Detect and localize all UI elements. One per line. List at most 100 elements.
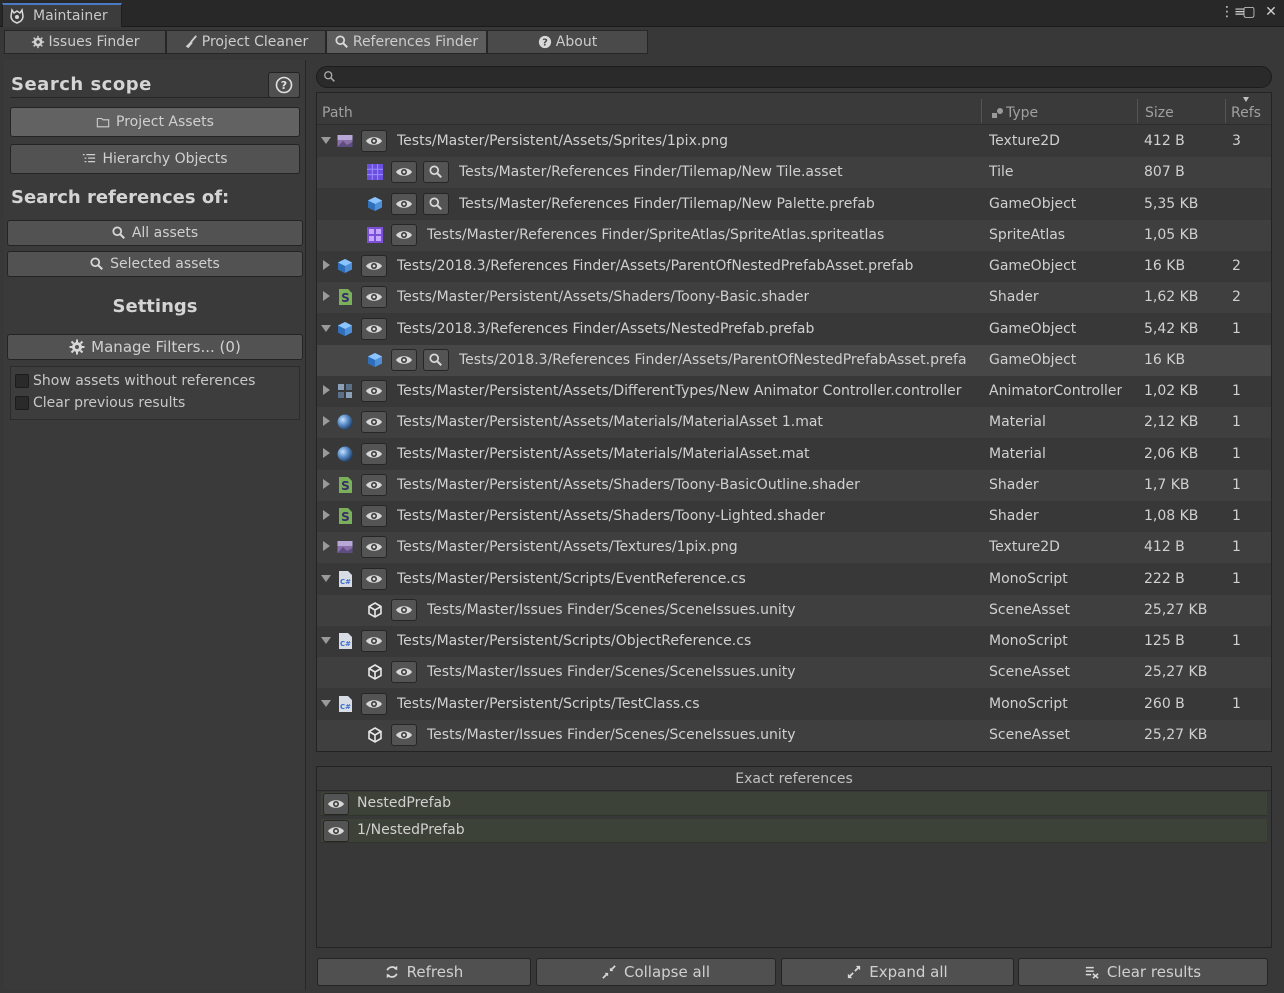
find-references-button[interactable] — [423, 348, 449, 371]
manage-filters-button[interactable]: Manage Filters... (0) — [7, 334, 303, 360]
maximize-icon[interactable]: ▢ — [1242, 4, 1256, 20]
eye-button[interactable] — [361, 255, 387, 277]
table-row[interactable]: C# Tests/Master/Persistent/Scripts/TestCl… — [317, 689, 1271, 720]
column-separator[interactable] — [981, 99, 982, 123]
eye-button[interactable] — [391, 223, 417, 246]
table-row[interactable]: Tests/Master/References Finder/SpriteAtl… — [317, 219, 1271, 251]
expand-all-button[interactable]: Expand all — [781, 958, 1014, 986]
collapse-all-button[interactable]: Collapse all — [536, 958, 776, 986]
table-row[interactable]: Tests/Master/Issues Finder/Scenes/SceneI… — [317, 657, 1271, 689]
search-icon — [90, 257, 104, 270]
eye-button[interactable] — [361, 567, 387, 590]
eye-button[interactable] — [391, 161, 417, 184]
eye-button[interactable] — [323, 820, 349, 842]
exact-reference-item[interactable]: NestedPrefab — [321, 792, 1267, 816]
exact-reference-item[interactable]: 1/NestedPrefab — [321, 819, 1267, 843]
tab-issues-finder[interactable]: Issues Finder — [4, 30, 166, 54]
tab-references-finder[interactable]: References Finder — [326, 30, 487, 54]
table-row[interactable]: C# Tests/Master/Persistent/Scripts/Object… — [317, 626, 1271, 657]
table-row[interactable]: Tests/Master/References Finder/Tilemap/N… — [317, 189, 1271, 220]
table-row[interactable]: S Tests/Master/Persistent/Assets/Shaders/… — [317, 469, 1271, 501]
collapsed-arrow-icon[interactable] — [321, 384, 331, 396]
tab-project-cleaner[interactable]: Project Cleaner — [166, 30, 326, 54]
row-path: Tests/Master/Persistent/Scripts/TestClas… — [397, 695, 700, 712]
show-without-refs-checkbox[interactable] — [15, 374, 29, 388]
find-references-button[interactable] — [423, 192, 449, 215]
eye-button[interactable] — [391, 192, 417, 215]
eye-button[interactable] — [391, 661, 417, 684]
eye-button[interactable] — [361, 630, 387, 652]
clear-previous-option[interactable]: Clear previous results — [15, 395, 185, 411]
expanded-arrow-icon[interactable] — [321, 697, 331, 709]
expanded-arrow-icon[interactable] — [321, 572, 331, 584]
table-row[interactable]: C# Tests/Master/Persistent/Scripts/EventR… — [317, 564, 1271, 595]
table-row[interactable]: S Tests/Master/Persistent/Assets/Shaders/… — [317, 282, 1271, 314]
tab-about[interactable]: ? About — [487, 30, 648, 54]
collapsed-arrow-icon[interactable] — [321, 478, 331, 490]
eye-button[interactable] — [361, 130, 387, 152]
collapsed-arrow-icon[interactable] — [321, 447, 331, 459]
expanded-arrow-icon[interactable] — [321, 634, 331, 646]
row-path: Tests/Master/References Finder/Tilemap/N… — [459, 195, 875, 212]
collapsed-arrow-icon[interactable] — [321, 509, 331, 521]
show-without-refs-option[interactable]: Show assets without references — [15, 373, 255, 389]
refresh-button[interactable]: Refresh — [317, 958, 531, 986]
close-icon[interactable]: ✕ — [1264, 4, 1278, 20]
column-header-refs[interactable]: Refs — [1231, 105, 1261, 121]
table-row[interactable]: Tests/Master/Persistent/Assets/Sprites/1… — [317, 126, 1271, 157]
exact-references-title: Exact references — [317, 767, 1271, 791]
table-row[interactable]: Tests/Master/Issues Finder/Scenes/SceneI… — [317, 594, 1271, 626]
project-assets-button[interactable]: Project Assets — [10, 107, 300, 137]
table-row[interactable]: Tests/Master/References Finder/Tilemap/N… — [317, 157, 1271, 189]
tab-label: References Finder — [352, 34, 479, 50]
eye-button[interactable] — [391, 723, 417, 746]
hierarchy-objects-button[interactable]: Hierarchy Objects — [10, 144, 300, 174]
column-header-size[interactable]: Size — [1145, 105, 1174, 121]
table-row[interactable]: Tests/2018.3/References Finder/Assets/Ne… — [317, 314, 1271, 345]
collapsed-arrow-icon[interactable] — [321, 415, 331, 427]
eye-button[interactable] — [361, 411, 387, 434]
search-input[interactable] — [343, 68, 1263, 86]
eye-button[interactable] — [361, 536, 387, 559]
table-row[interactable]: Tests/Master/Persistent/Assets/Materials… — [317, 407, 1271, 439]
collapsed-arrow-icon[interactable] — [321, 259, 331, 271]
expanded-arrow-icon[interactable] — [321, 322, 331, 334]
table-row[interactable]: Tests/Master/Issues Finder/Scenes/SceneI… — [317, 719, 1271, 751]
row-type: GameObject — [989, 258, 1077, 274]
expanded-arrow-icon[interactable] — [321, 134, 331, 146]
column-header-path[interactable]: Path — [322, 105, 353, 121]
table-row[interactable]: Tests/Master/Persistent/Assets/Materials… — [317, 439, 1271, 470]
menu-icon[interactable]: ⋮≡ — [1220, 4, 1246, 20]
window-tab[interactable]: Maintainer — [2, 3, 122, 27]
selected-assets-button[interactable]: Selected assets — [7, 251, 303, 277]
table-row[interactable]: Tests/2018.3/References Finder/Assets/Pa… — [317, 344, 1271, 376]
find-references-button[interactable] — [423, 161, 449, 184]
eye-button[interactable] — [361, 380, 387, 402]
collapsed-arrow-icon[interactable] — [321, 540, 331, 552]
eye-button[interactable] — [391, 348, 417, 371]
eye-button[interactable] — [361, 505, 387, 527]
eye-button[interactable] — [361, 286, 387, 309]
options-box: Show assets without references Clear pre… — [10, 366, 300, 420]
all-assets-button[interactable]: All assets — [7, 220, 303, 246]
help-button[interactable]: ? — [268, 72, 300, 98]
search-bar[interactable] — [316, 66, 1272, 88]
row-size: 5,35 KB — [1144, 195, 1199, 212]
column-separator[interactable] — [1137, 99, 1138, 123]
table-row[interactable]: Tests/2018.3/References Finder/Assets/Pa… — [317, 251, 1271, 282]
clear-results-button[interactable]: Clear results — [1018, 958, 1268, 986]
column-separator[interactable] — [1225, 99, 1226, 123]
eye-button[interactable] — [323, 793, 349, 815]
eye-button[interactable] — [361, 317, 387, 340]
eye-button[interactable] — [391, 598, 417, 621]
table-row[interactable]: Tests/Master/Persistent/Assets/Textures/… — [317, 532, 1271, 564]
eye-button[interactable] — [361, 692, 387, 715]
collapsed-arrow-icon[interactable] — [321, 290, 331, 302]
column-header-type[interactable]: Type — [1006, 105, 1038, 121]
table-row[interactable]: S Tests/Master/Persistent/Assets/Shaders/… — [317, 501, 1271, 532]
eye-button[interactable] — [361, 473, 387, 496]
row-path: Tests/2018.3/References Finder/Assets/Ne… — [397, 320, 815, 337]
table-row[interactable]: Tests/Master/Persistent/Assets/Different… — [317, 376, 1271, 407]
eye-button[interactable] — [361, 442, 387, 465]
clear-previous-checkbox[interactable] — [15, 396, 29, 410]
